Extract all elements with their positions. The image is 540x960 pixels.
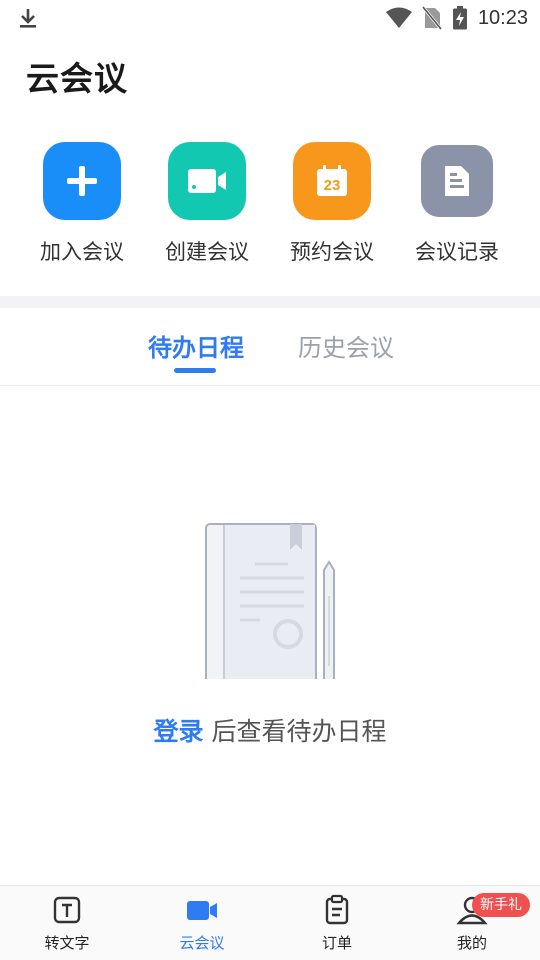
wifi-icon <box>385 7 412 28</box>
status-time: 10:23 <box>477 6 528 29</box>
create-meeting-button[interactable]: 创建会议 <box>152 142 262 266</box>
create-meeting-tile[interactable] <box>168 142 246 220</box>
quick-actions: 加入会议 创建会议 23 预约会议 会议记录 <box>0 142 540 272</box>
empty-state-message: 登录 后查看待办日程 <box>0 712 540 748</box>
meeting-records-label: 会议记录 <box>415 240 499 264</box>
video-camera-icon <box>188 169 226 193</box>
calendar-day: 23 <box>324 177 341 194</box>
tab-history[interactable]: 历史会议 <box>298 328 394 363</box>
login-link[interactable]: 登录 <box>154 717 204 746</box>
nav-label-orders: 订单 <box>321 934 352 952</box>
nav-item-orders[interactable]: 订单 <box>287 894 387 953</box>
plus-icon <box>67 166 97 196</box>
document-icon <box>445 166 469 196</box>
clipboard-icon <box>325 894 349 925</box>
nav-label-transcribe: 转文字 <box>44 934 90 952</box>
schedule-meeting-button[interactable]: 23 预约会议 <box>277 142 387 266</box>
schedule-meeting-label: 预约会议 <box>290 240 374 264</box>
nav-label-profile: 我的 <box>456 934 487 952</box>
join-meeting-button[interactable]: 加入会议 <box>27 142 137 266</box>
battery-charging-icon <box>452 6 467 30</box>
create-meeting-label: 创建会议 <box>165 240 249 264</box>
meeting-records-tile[interactable] <box>421 145 493 217</box>
text-convert-icon <box>53 896 81 924</box>
status-bar: 10:23 <box>0 0 540 36</box>
section-divider <box>0 296 540 308</box>
new-user-gift-badge: 新手礼 <box>472 893 530 917</box>
illustration-fade <box>190 679 350 683</box>
page-title: 云会议 <box>26 59 128 98</box>
calendar-icon: 23 <box>317 165 347 196</box>
join-meeting-tile[interactable] <box>43 142 121 220</box>
empty-state-text: 后查看待办日程 <box>211 717 387 746</box>
join-meeting-label: 加入会议 <box>40 240 124 264</box>
nav-item-cloud-meeting[interactable]: 云会议 <box>152 894 252 953</box>
download-icon <box>20 9 36 28</box>
empty-notebook-illustration <box>205 523 335 680</box>
nav-item-transcribe[interactable]: 转文字 <box>17 894 117 953</box>
meeting-records-button[interactable]: 会议记录 <box>402 142 512 266</box>
nav-label-cloud-meeting: 云会议 <box>179 934 225 952</box>
tab-active-indicator <box>174 368 216 373</box>
schedule-meeting-tile[interactable]: 23 <box>293 142 371 220</box>
tab-upcoming[interactable]: 待办日程 <box>148 328 244 363</box>
video-camera-icon <box>187 901 217 920</box>
no-sim-icon <box>421 6 442 30</box>
schedule-tabs: 待办日程 历史会议 <box>0 308 540 386</box>
bottom-nav: 转文字 云会议 订单 我的 <box>0 885 540 960</box>
